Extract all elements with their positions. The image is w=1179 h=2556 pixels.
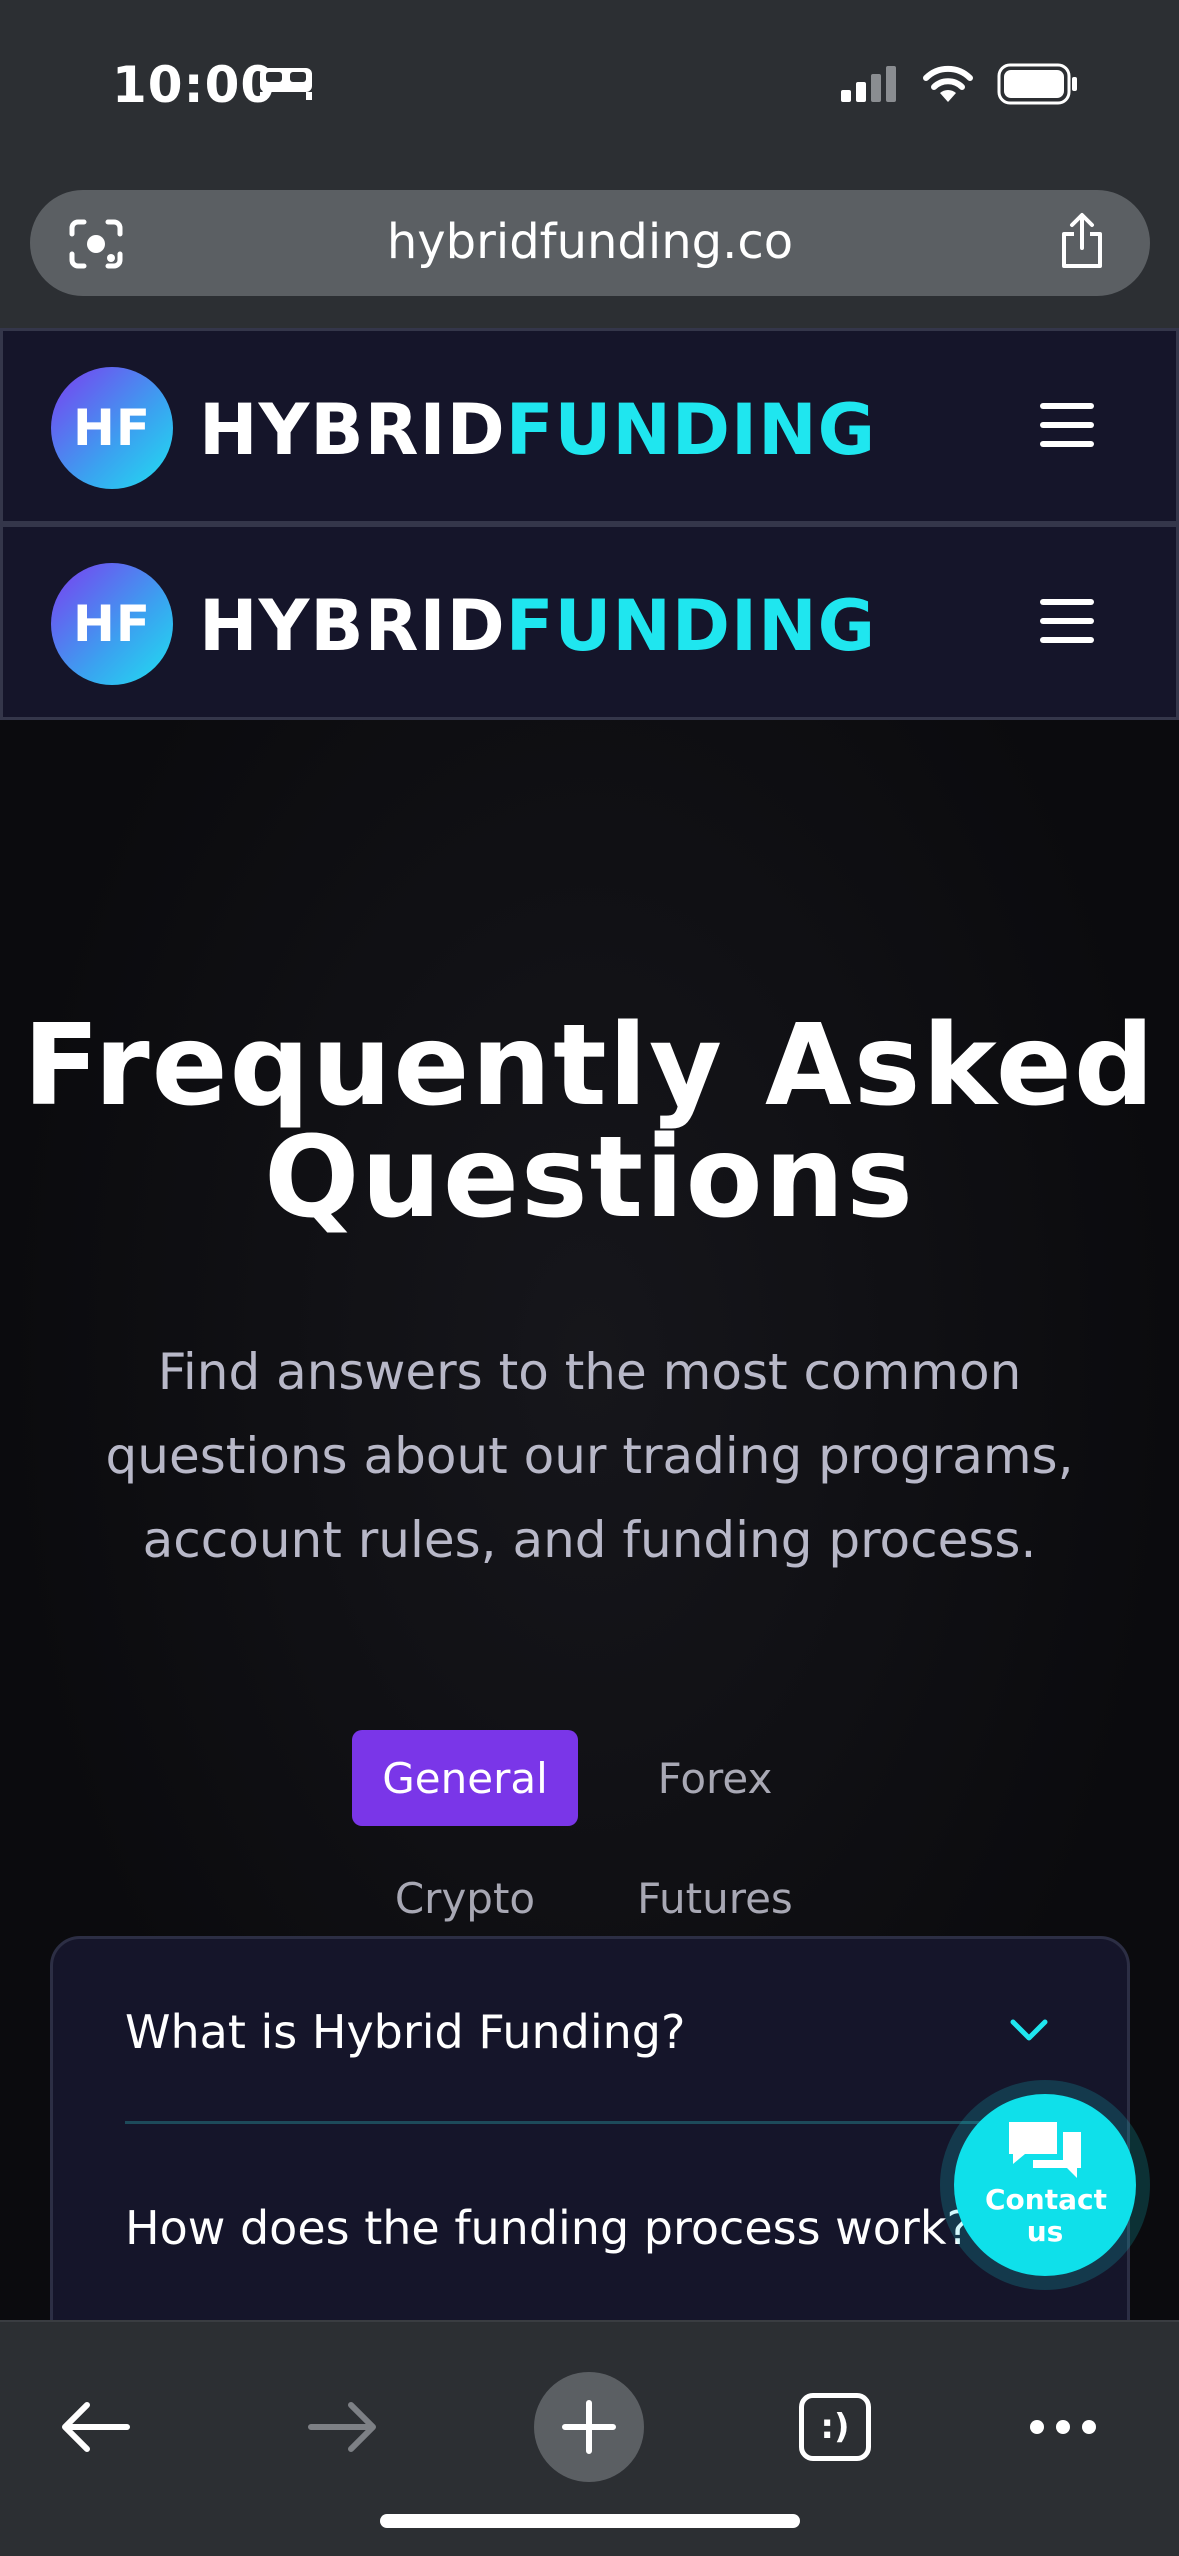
tab-crypto[interactable]: Crypto: [352, 1850, 578, 1946]
bed-icon: [260, 68, 312, 100]
page-subtitle: Find answers to the most common question…: [105, 1343, 1074, 1569]
status-icons: [839, 62, 1079, 106]
faq-question-1[interactable]: What is Hybrid Funding?: [125, 2005, 685, 2059]
site-header-sticky: HF HYBRIDFUNDING: [0, 524, 1179, 720]
faq-divider: [125, 2121, 1061, 2124]
contact-us-button[interactable]: Contact us: [954, 2094, 1136, 2276]
logo-word-funding: FUNDING: [505, 389, 877, 471]
faq-question-2[interactable]: How does the funding process work?: [125, 2201, 971, 2255]
cellular-signal-icon: [841, 66, 896, 102]
logo-word-funding: FUNDING: [505, 585, 877, 667]
address-bar[interactable]: hybridfunding.co: [30, 190, 1150, 296]
logo-word-hybrid: HYBRID: [199, 389, 506, 471]
arrow-left-icon: [62, 2402, 130, 2452]
wifi-icon: [923, 65, 973, 102]
contact-us-label: Contact us: [985, 2183, 1107, 2248]
logo-wordmark[interactable]: HYBRIDFUNDING: [199, 585, 876, 667]
browser-chrome-top: 10:00 hybridfunding.co: [0, 0, 1179, 328]
new-tab-button[interactable]: [534, 2372, 644, 2482]
back-button[interactable]: [40, 2372, 150, 2482]
hamburger-menu-icon[interactable]: [1040, 403, 1094, 447]
tabs-overview-button[interactable]: :): [780, 2372, 890, 2482]
forward-button[interactable]: [288, 2372, 398, 2482]
tab-forex[interactable]: Forex: [610, 1730, 820, 1826]
arrow-right-icon: [308, 2402, 376, 2452]
hamburger-menu-icon[interactable]: [1040, 599, 1094, 643]
home-indicator: [380, 2514, 800, 2528]
url-text[interactable]: hybridfunding.co: [30, 214, 1150, 270]
share-icon[interactable]: [1056, 212, 1108, 270]
logo-word-hybrid: HYBRID: [199, 585, 506, 667]
logo-wordmark[interactable]: HYBRIDFUNDING: [199, 389, 876, 471]
site-header: HF HYBRIDFUNDING: [0, 328, 1179, 524]
status-time: 10:00: [112, 56, 277, 114]
logo-badge[interactable]: HF: [51, 367, 173, 489]
chevron-down-icon[interactable]: [1007, 2015, 1051, 2045]
tab-general[interactable]: General: [352, 1730, 578, 1826]
faq-section: Frequently Asked Questions Find answers …: [0, 720, 1179, 2356]
plus-icon: [562, 2400, 616, 2454]
page-title: Frequently Asked Questions: [22, 1001, 1157, 1243]
chat-bubbles-icon: [1009, 2122, 1081, 2178]
more-dots-icon: [1030, 2420, 1096, 2434]
logo-badge[interactable]: HF: [51, 563, 173, 685]
tab-futures[interactable]: Futures: [610, 1850, 820, 1946]
battery-icon: [997, 63, 1077, 105]
tabs-overview-icon: :): [799, 2393, 871, 2461]
more-menu-button[interactable]: [1008, 2372, 1118, 2482]
